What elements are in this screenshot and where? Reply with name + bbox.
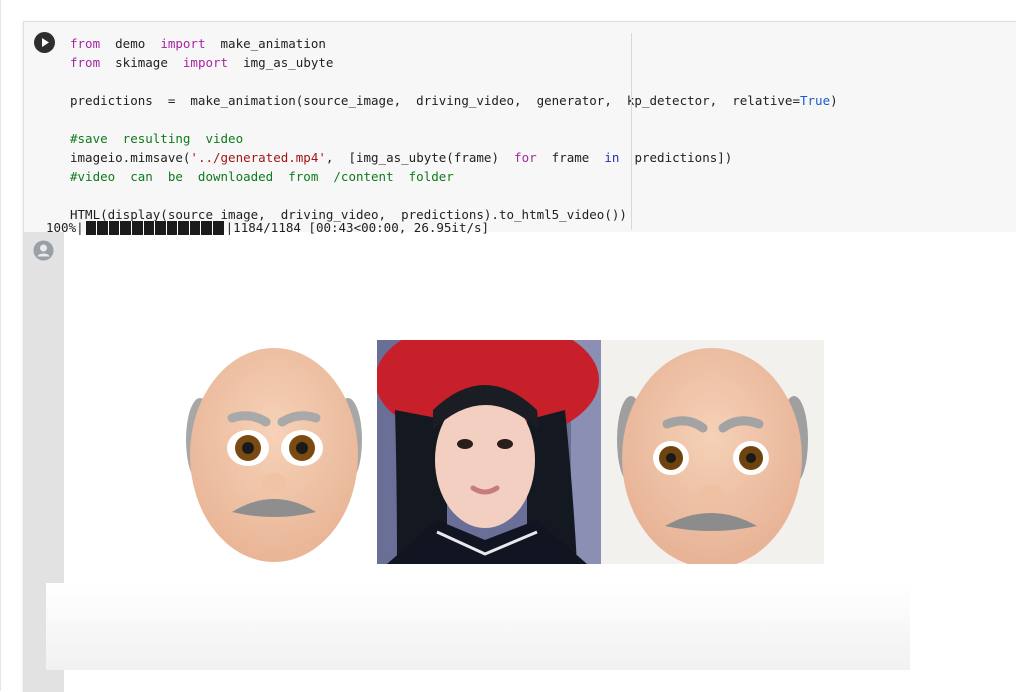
code-token: for xyxy=(514,150,537,165)
generated-frame xyxy=(601,340,824,564)
code-token: from xyxy=(70,55,101,70)
code-token: skimage xyxy=(100,55,183,70)
progress-segment xyxy=(85,220,97,235)
code-line[interactable]: #video can be downloaded from /content f… xyxy=(70,167,838,186)
code-line[interactable] xyxy=(70,110,838,129)
user-avatar-icon[interactable] xyxy=(33,240,54,261)
code-token: '../generated.mp4' xyxy=(190,150,326,165)
code-token: , [img_as_ubyte(frame) xyxy=(325,150,515,165)
progress-segment xyxy=(120,220,131,235)
code-editor[interactable]: from demo import make_animation from skim… xyxy=(24,22,1016,232)
progress-segment xyxy=(97,220,108,235)
code-token: in xyxy=(604,150,620,165)
generated-old-man-face xyxy=(617,348,808,564)
code-token: predictions]) xyxy=(619,150,733,165)
code-token: True xyxy=(800,93,831,108)
code-line[interactable]: from demo import make_animation xyxy=(70,34,838,53)
play-icon xyxy=(42,38,49,47)
code-token: #save resulting video xyxy=(70,131,244,146)
progress-right-bar: | xyxy=(225,220,234,235)
code-line[interactable]: predictions = make_animation(source_imag… xyxy=(70,91,838,110)
run-cell-button[interactable] xyxy=(34,32,55,53)
progress-segment xyxy=(131,220,143,235)
line-length-ruler xyxy=(631,33,632,230)
code-text[interactable]: from demo import make_animation from skim… xyxy=(70,34,838,224)
progress-segment xyxy=(201,220,212,235)
progress-percent: 100% xyxy=(46,220,77,235)
code-token: demo xyxy=(100,36,161,51)
code-token: #video can be downloaded from /content f… xyxy=(70,169,454,184)
progress-stats: 1184/1184 [00:43<00:00, 26.95it/s] xyxy=(233,220,490,235)
woman-face-photo xyxy=(377,340,601,564)
progress-bar xyxy=(85,220,224,235)
old-man-emoji-face xyxy=(186,348,362,562)
progress-segment xyxy=(108,220,120,235)
code-line[interactable]: from skimage import img_as_ubyte xyxy=(70,53,838,72)
animation-video[interactable] xyxy=(170,340,824,564)
code-line[interactable]: #save resulting video xyxy=(70,129,838,148)
progress-line: 100% | | 1184/1184 [00:43<00:00, 26.95it/s] xyxy=(46,219,489,236)
code-line[interactable] xyxy=(70,72,838,91)
code-line[interactable] xyxy=(70,186,838,205)
video-player-area[interactable] xyxy=(46,583,910,670)
code-token: make_animation xyxy=(205,36,326,51)
code-token: ) xyxy=(830,93,838,108)
code-token: from xyxy=(70,36,101,51)
progress-segment xyxy=(166,220,178,235)
progress-left-bar: | xyxy=(76,220,84,235)
progress-segment xyxy=(155,220,166,235)
progress-segment xyxy=(213,220,224,235)
progress-segment xyxy=(143,220,155,235)
code-token: import xyxy=(160,36,206,51)
code-token: img_as_ubyte xyxy=(228,55,334,70)
progress-segment xyxy=(189,220,201,235)
code-token: predictions = make_animation(source_imag… xyxy=(70,93,800,108)
code-token: frame xyxy=(536,150,605,165)
progress-segment xyxy=(178,220,189,235)
page-left-border xyxy=(0,0,1,691)
driving-video-frame xyxy=(377,340,601,564)
source-image-frame xyxy=(170,340,377,564)
code-line[interactable]: imageio.mimsave('../generated.mp4', [img… xyxy=(70,148,838,167)
code-token: imageio.mimsave( xyxy=(70,150,191,165)
code-token: import xyxy=(182,55,229,70)
